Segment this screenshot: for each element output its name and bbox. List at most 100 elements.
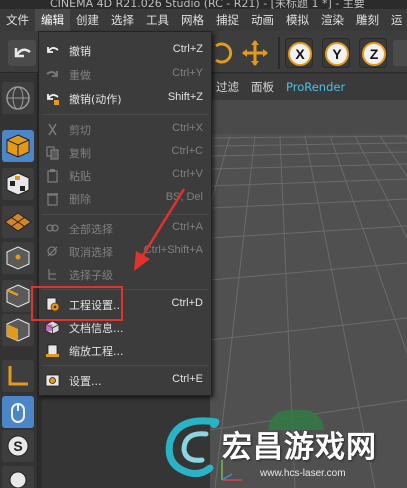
watermark-title: 宏昌游戏网 [222, 430, 377, 465]
menu-item-cut-shortcut: Ctrl+X [172, 122, 203, 134]
title-bar: CINEMA 4D R21.026 Studio (RC - R21) - [未… [0, 0, 407, 9]
menu-item-undo[interactable]: 撤销 Ctrl+Z [39, 39, 211, 62]
menu-item-preferences-label: 设置... [69, 375, 102, 388]
x-axis-button[interactable]: X [285, 38, 313, 68]
move-icon [242, 40, 268, 66]
z-axis-label: Z [362, 42, 386, 66]
menu-item-delete-label: 删除 [69, 193, 91, 206]
viewport-menu-panel[interactable]: 面板 [245, 79, 280, 95]
menu-select[interactable]: 选择 [105, 9, 140, 31]
paste-icon [47, 169, 58, 183]
menu-item-redo[interactable]: 重做 Ctrl+Y [39, 63, 211, 86]
delete-icon [47, 193, 58, 206]
y-axis-button[interactable]: Y [322, 38, 350, 68]
menu-item-select-children-label: 选择子级 [69, 269, 113, 282]
menu-simulate[interactable]: 模拟 [280, 9, 315, 31]
mouse-icon [11, 403, 25, 423]
menu-item-scale-project[interactable]: 缩放工程... [39, 339, 211, 362]
menu-item-redo-label: 重做 [69, 69, 91, 82]
palette-snap-button[interactable]: S [2, 430, 34, 462]
select-children-icon [48, 269, 56, 280]
viewport-menu-prorender[interactable]: ProRender [280, 80, 351, 94]
palette-tweak-button[interactable] [2, 396, 34, 428]
palette-texture-mode-button[interactable] [2, 168, 34, 200]
snap-s-icon: S [7, 435, 29, 457]
menu-item-undo-action[interactable]: 撤销(动作) Shift+Z [39, 87, 211, 110]
menu-item-paste-label: 粘贴 [69, 170, 91, 183]
deselect-icon [47, 246, 58, 257]
viewport-menu: 过滤 面板 ProRender [210, 74, 407, 100]
menu-separator [42, 365, 208, 366]
menu-item-select-all-label: 全部选择 [69, 223, 113, 236]
undo-icon [47, 47, 59, 53]
select-all-icon [46, 224, 59, 232]
menu-item-preferences[interactable]: 设置... Ctrl+E [39, 369, 211, 392]
menu-item-paste-shortcut: Ctrl+V [172, 168, 203, 180]
palette-point-mode-button[interactable] [2, 242, 34, 274]
menu-mesh[interactable]: 网格 [175, 9, 210, 31]
menu-file[interactable]: 文件 [0, 9, 35, 31]
menu-render[interactable]: 渲染 [315, 9, 350, 31]
svg-text:S: S [13, 438, 22, 454]
menu-item-copy[interactable]: 复制 Ctrl+C [39, 141, 211, 164]
grid-plane-icon [4, 212, 32, 232]
preferences-icon [45, 374, 60, 387]
menu-item-scale-project-label: 缩放工程... [69, 345, 124, 358]
palette-polygon-mode-button[interactable] [2, 314, 34, 346]
menu-edit[interactable]: 编辑 [35, 9, 70, 31]
palette-model-mode-button[interactable] [2, 130, 34, 162]
menu-item-deselect-label: 取消选择 [69, 246, 113, 259]
menu-item-undo-action-shortcut: Shift+Z [167, 91, 203, 103]
toolbar-separator [278, 37, 280, 69]
axis-corner-icon [8, 366, 28, 386]
palette-edge-mode-button[interactable] [2, 280, 34, 312]
y-axis-label: Y [325, 42, 349, 66]
scale-project-icon [46, 344, 59, 357]
menu-item-cut[interactable]: 剪切 Ctrl+X [39, 118, 211, 141]
undo-action-icon [47, 94, 59, 105]
menu-item-undo-label: 撤销 [69, 45, 91, 58]
watermark: 宏昌游戏网 www.hcs-laser.com [150, 410, 407, 488]
lock-grid-icon [9, 471, 27, 488]
undo-button[interactable] [8, 40, 36, 66]
menu-animate[interactable]: 动画 [245, 9, 280, 31]
menu-snap[interactable]: 捕捉 [210, 9, 245, 31]
viewport-menu-filter[interactable]: 过滤 [210, 79, 245, 95]
menu-item-preferences-shortcut: Ctrl+E [172, 373, 203, 385]
move-tool-button[interactable] [240, 38, 270, 68]
watermark-url: www.hcs-laser.com [260, 468, 346, 479]
redo-icon [46, 71, 58, 77]
menu-item-cut-label: 剪切 [69, 124, 91, 137]
menu-item-copy-label: 复制 [69, 147, 91, 160]
menu-bar: 文件 编辑 创建 选择 工具 网格 捕捉 动画 模拟 渲染 雕刻 运 [0, 9, 407, 31]
highlight-box [31, 286, 123, 321]
menu-item-redo-shortcut: Ctrl+Y [172, 67, 203, 79]
menu-item-document-info-label: 文档信息... [69, 322, 124, 335]
rotate-icon [215, 42, 233, 64]
sphere-grid-icon [6, 86, 30, 110]
edge-cube-icon [6, 284, 30, 308]
menu-motion[interactable]: 运 [385, 9, 407, 31]
menu-sculpt[interactable]: 雕刻 [350, 9, 385, 31]
palette-workplane-button[interactable] [2, 206, 34, 238]
window-title: CINEMA 4D R21.026 Studio (RC - R21) - [未… [50, 0, 365, 9]
coordinate-system-button[interactable] [393, 40, 407, 66]
polygon-cube-icon [6, 318, 30, 342]
palette-locking-button[interactable] [2, 466, 34, 488]
checker-cube-icon [6, 172, 30, 196]
tool-palette: S [0, 74, 38, 488]
undo-arrow-icon [14, 48, 31, 58]
menu-item-project-settings-shortcut: Ctrl+D [171, 297, 203, 309]
x-axis-label: X [288, 42, 312, 66]
watermark-logo-icon [165, 417, 220, 477]
rotate-tool-button[interactable] [212, 40, 236, 66]
z-axis-button[interactable]: Z [359, 38, 387, 68]
menu-create[interactable]: 创建 [70, 9, 105, 31]
palette-axis-button[interactable] [2, 360, 34, 392]
palette-view-button[interactable] [2, 82, 34, 114]
menu-item-undo-action-label: 撤销(动作) [69, 93, 122, 106]
copy-icon [46, 146, 59, 160]
menu-tools[interactable]: 工具 [140, 9, 175, 31]
cut-icon [48, 123, 57, 136]
menu-item-paste[interactable]: 粘贴 Ctrl+V [39, 164, 211, 187]
